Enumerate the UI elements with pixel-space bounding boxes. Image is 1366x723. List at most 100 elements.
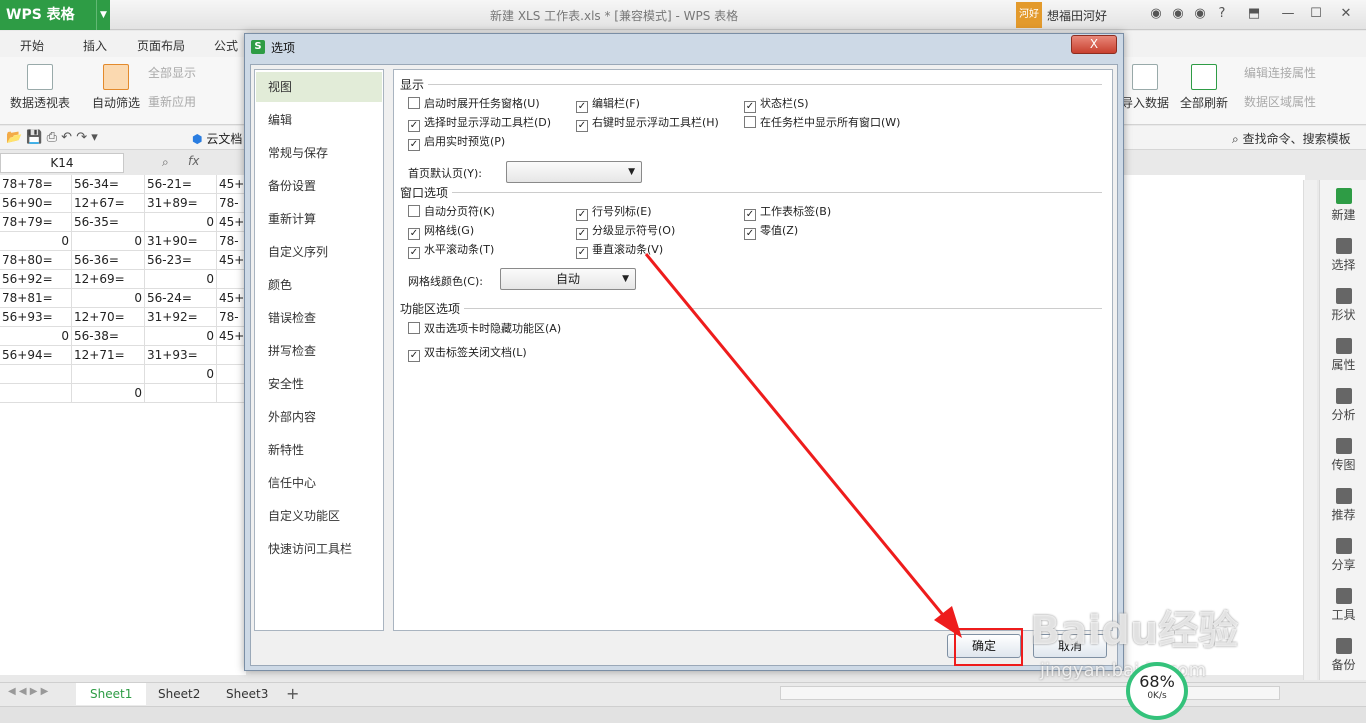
grid-cell[interactable]: 0 [145, 365, 217, 384]
option-checkbox[interactable]: ✓ 水平滚动条(T) [408, 241, 494, 259]
checkbox-icon[interactable]: ✓ [576, 247, 588, 259]
grid-cell[interactable]: 0 [0, 232, 72, 251]
checkbox-icon[interactable]: ✓ [576, 101, 588, 113]
checkbox-icon[interactable]: ✓ [744, 209, 756, 221]
right-panel-item[interactable]: 传图 [1320, 438, 1366, 473]
tab-insert[interactable]: 插入 [83, 37, 107, 54]
right-panel-item[interactable]: 工具 [1320, 588, 1366, 623]
checkbox-icon[interactable]: ✓ [744, 101, 756, 113]
grid-cell[interactable]: 78- [217, 194, 246, 213]
checkbox-icon[interactable]: ✓ [576, 228, 588, 240]
grid-cell[interactable] [72, 365, 145, 384]
grid-cell[interactable] [217, 346, 246, 365]
checkbox-icon[interactable]: ✓ [408, 228, 420, 240]
sheet-tab-1[interactable]: Sheet1 [76, 683, 147, 705]
wps-app-menu[interactable]: WPS 表格 ▼ [0, 0, 110, 30]
grid-cell[interactable]: 56-35= [72, 213, 145, 232]
option-checkbox[interactable]: ✓ 编辑栏(F) [576, 95, 640, 113]
right-panel-item[interactable]: 属性 [1320, 338, 1366, 373]
right-panel-item[interactable]: 备份 [1320, 638, 1366, 673]
tab-home[interactable]: 开始 [20, 37, 44, 54]
checkbox-icon[interactable] [408, 322, 420, 334]
add-sheet-button[interactable]: + [286, 684, 299, 703]
restore-icon[interactable]: ⬒ [1246, 6, 1262, 22]
grid-cell[interactable]: 45+ [217, 289, 246, 308]
option-checkbox[interactable]: ✓ 行号列标(E) [576, 203, 652, 221]
grid-cell[interactable]: 56+90= [0, 194, 72, 213]
tab-formula[interactable]: 公式 [214, 37, 238, 54]
cloud-doc-button[interactable]: ⬢ 云文档 [192, 130, 242, 147]
grid-cell[interactable] [0, 365, 72, 384]
options-nav-item[interactable]: 新特性 [256, 435, 382, 465]
chevron-down-icon[interactable]: ▼ [96, 0, 110, 30]
pivot-table-button[interactable]: 数据透视表 [8, 64, 72, 111]
checkbox-icon[interactable] [744, 116, 756, 128]
options-nav-item[interactable]: 错误检查 [256, 303, 382, 333]
grid-cell[interactable]: 31+92= [145, 308, 217, 327]
dialog-close-button[interactable]: X [1071, 35, 1117, 54]
user-name[interactable]: 想福田河好 [1047, 7, 1107, 24]
options-nav-item[interactable]: 备份设置 [256, 171, 382, 201]
maximize-icon[interactable]: ☐ [1308, 6, 1324, 22]
grid-cell[interactable]: 0 [72, 289, 145, 308]
checkbox-icon[interactable] [408, 205, 420, 217]
grid-cell[interactable]: 78+78= [0, 175, 72, 194]
minimize-icon[interactable]: — [1280, 6, 1296, 22]
checkbox-icon[interactable]: ✓ [408, 350, 420, 362]
spreadsheet-grid[interactable]: 78+78= 56-34= 56-21= 45+ 56+90= 12+67= 31+89= 7… [0, 175, 246, 675]
grid-cell[interactable] [145, 384, 217, 403]
options-nav-item[interactable]: 快速访问工具栏 [256, 534, 382, 564]
grid-cell[interactable]: 0 [145, 213, 217, 232]
grid-cell[interactable]: 45+ [217, 213, 246, 232]
options-nav-item[interactable]: 自定义功能区 [256, 501, 382, 531]
checkbox-icon[interactable]: ✓ [576, 120, 588, 132]
grid-cell[interactable]: 0 [72, 232, 145, 251]
close-icon[interactable]: ✕ [1338, 6, 1354, 22]
grid-cell[interactable]: 31+93= [145, 346, 217, 365]
options-nav-item[interactable]: 常规与保存 [256, 138, 382, 168]
grid-cell[interactable]: 45+ [217, 175, 246, 194]
option-checkbox[interactable]: ✓ 工作表标签(B) [744, 203, 831, 221]
search-icon[interactable]: ⌕ [162, 155, 169, 170]
right-panel-item[interactable]: 分享 [1320, 538, 1366, 573]
grid-cell[interactable] [217, 270, 246, 289]
right-panel-item[interactable]: 推荐 [1320, 488, 1366, 523]
option-checkbox[interactable]: ✓ 右键时显示浮动工具栏(H) [576, 114, 719, 132]
grid-cell[interactable]: 56+93= [0, 308, 72, 327]
name-box[interactable]: K14 [0, 153, 124, 173]
grid-cell[interactable] [217, 384, 246, 403]
grid-cell[interactable]: 78+80= [0, 251, 72, 270]
grid-cell[interactable]: 78+81= [0, 289, 72, 308]
options-nav-item[interactable]: 信任中心 [256, 468, 382, 498]
grid-cell[interactable] [217, 365, 246, 384]
option-checkbox[interactable]: 在任务栏中显示所有窗口(W) [744, 114, 900, 130]
grid-cell[interactable]: 0 [145, 327, 217, 346]
grid-cell[interactable]: 56-24= [145, 289, 217, 308]
checkbox-icon[interactable] [408, 97, 420, 109]
option-checkbox[interactable]: ✓ 状态栏(S) [744, 95, 809, 113]
grid-cell[interactable]: 12+67= [72, 194, 145, 213]
option-checkbox[interactable]: ✓ 零值(Z) [744, 222, 798, 240]
option-checkbox[interactable]: ✓ 双击标签关闭文档(L) [408, 344, 527, 362]
sheet-nav-arrows[interactable]: ◀ ◀ ▶ ▶ [8, 686, 48, 697]
refresh-all-button[interactable]: 全部刷新 [1174, 64, 1234, 111]
command-search[interactable]: ⌕ 查找命令、搜索模板 [1232, 130, 1351, 147]
right-panel-item[interactable]: 选择 [1320, 238, 1366, 273]
edit-links-button[interactable]: 编辑连接属性 [1244, 64, 1316, 81]
grid-cell[interactable]: 45+ [217, 327, 246, 346]
grid-cell[interactable]: 78- [217, 232, 246, 251]
grid-cell[interactable]: 0 [145, 270, 217, 289]
option-checkbox[interactable]: ✓ 垂直滚动条(V) [576, 241, 663, 259]
autofilter-button[interactable]: 自动筛选 [88, 64, 144, 111]
grid-cell[interactable] [0, 384, 72, 403]
option-checkbox[interactable]: 启动时展开任务窗格(U) [408, 95, 540, 111]
help-icon[interactable]: ? [1214, 6, 1230, 22]
grid-cell[interactable]: 56-21= [145, 175, 217, 194]
options-nav-item[interactable]: 颜色 [256, 270, 382, 300]
settings-icon[interactable]: ◉ [1192, 6, 1208, 22]
import-data-button[interactable]: 导入数据 [1120, 64, 1170, 111]
show-all-button[interactable]: 全部显示 [148, 64, 196, 81]
user-avatar[interactable]: 河好 [1016, 2, 1042, 28]
skin-icon[interactable]: ◉ [1148, 6, 1164, 22]
options-nav-item[interactable]: 安全性 [256, 369, 382, 399]
